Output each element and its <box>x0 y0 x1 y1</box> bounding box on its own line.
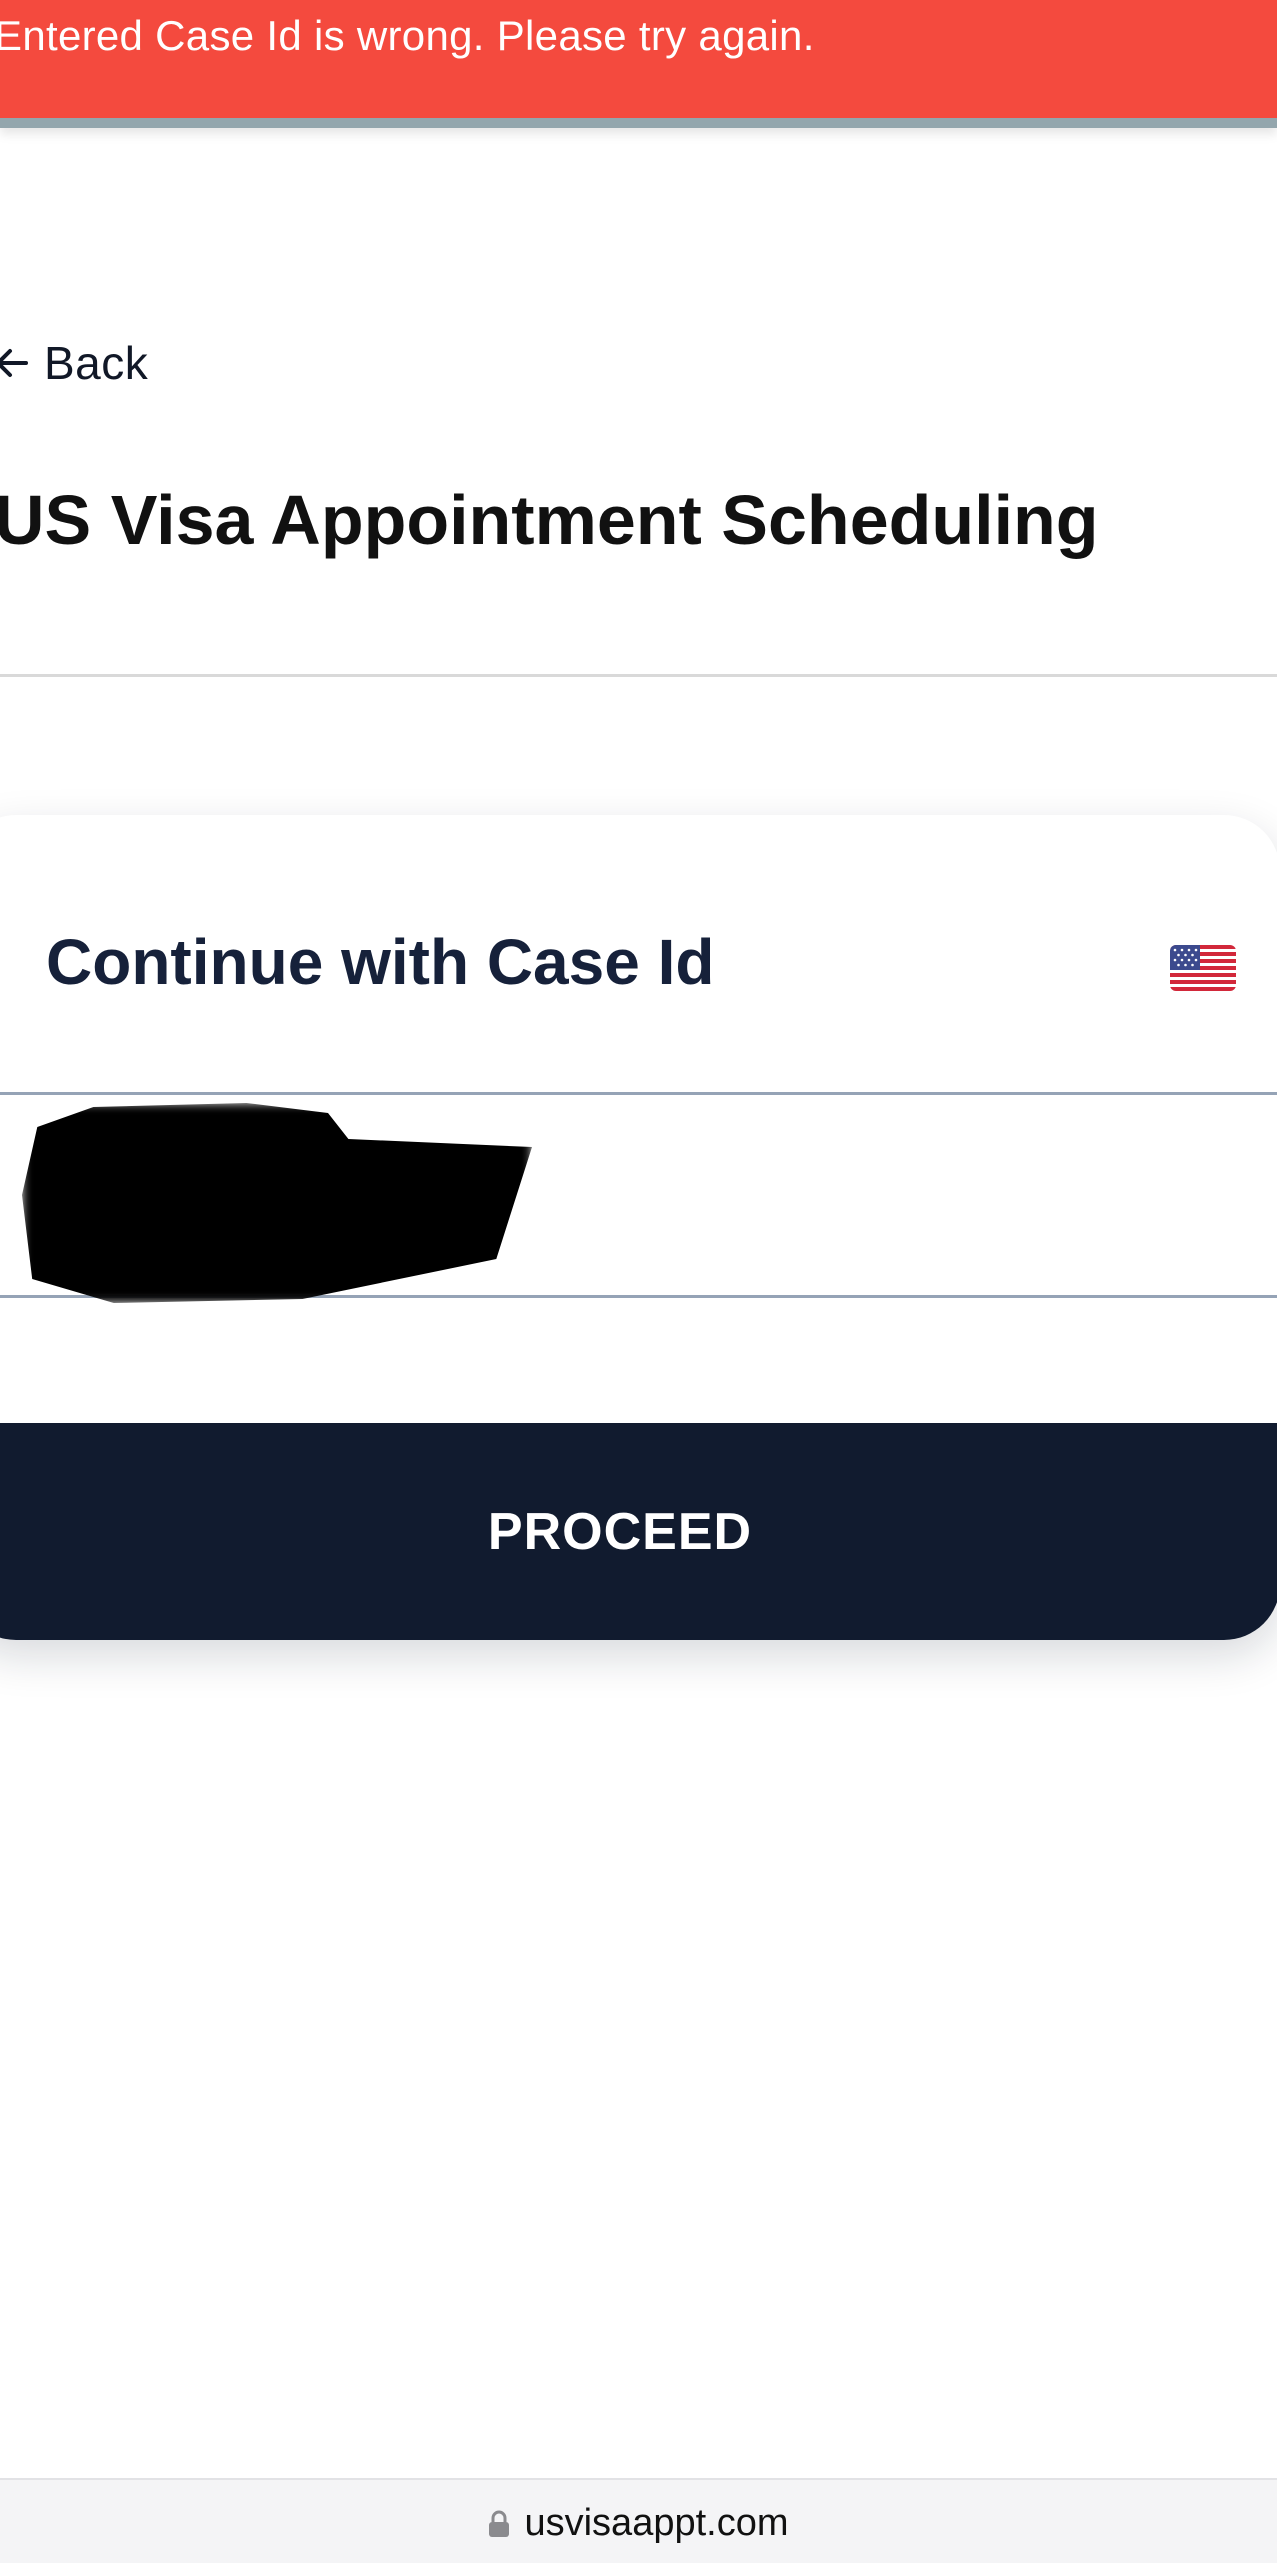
lock-icon <box>489 2510 510 2537</box>
page: Entered Case Id is wrong. Please try aga… <box>0 0 1277 2563</box>
proceed-button[interactable]: PROCEED <box>0 1423 1277 1640</box>
title-divider <box>0 674 1277 677</box>
card-title: Continue with Case Id <box>46 926 715 998</box>
arrow-left-icon <box>0 349 28 377</box>
error-message: Entered Case Id is wrong. Please try aga… <box>0 12 815 59</box>
error-banner: Entered Case Id is wrong. Please try aga… <box>0 0 1277 128</box>
us-flag-icon <box>1170 945 1236 991</box>
browser-url-bar[interactable]: usvisaappt.com <box>0 2478 1277 2563</box>
case-id-field[interactable] <box>0 1092 1277 1303</box>
back-label: Back <box>44 337 149 389</box>
page-title: US Visa Appointment Scheduling <box>0 481 1099 559</box>
back-link[interactable]: Back <box>0 328 148 398</box>
case-id-card: Continue with Case Id PROCEED <box>0 815 1277 1640</box>
redaction-mark <box>22 1103 532 1303</box>
proceed-label: PROCEED <box>487 1502 753 1561</box>
url-text: usvisaappt.com <box>524 2502 789 2544</box>
